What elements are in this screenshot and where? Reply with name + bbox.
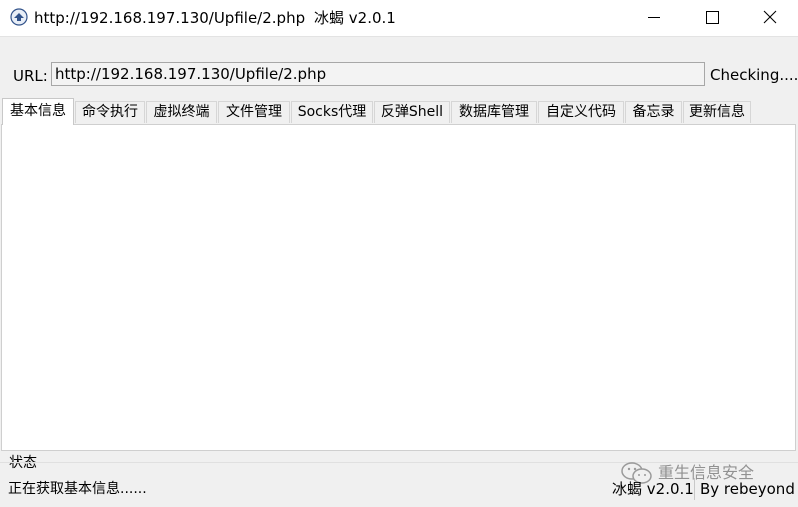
status-message: 正在获取基本信息......: [8, 481, 147, 497]
tab-custom-code[interactable]: 自定义代码: [538, 101, 624, 123]
url-label: URL:: [13, 67, 48, 85]
status-title: 状态: [9, 455, 37, 471]
author-label: By rebeyond: [700, 480, 795, 498]
window-title-app: 冰蝎 v2.0.1: [314, 9, 396, 27]
tab-reverse-shell[interactable]: 反弹Shell: [374, 101, 450, 123]
status-bar-divider: [694, 478, 695, 500]
app-window: http://192.168.197.130/Upfile/2.php 冰蝎 v…: [0, 0, 798, 507]
version-label: 冰蝎 v2.0.1: [612, 480, 694, 498]
close-icon: [763, 10, 777, 24]
connection-status: Checking....: [710, 66, 798, 84]
client-area: URL: http://192.168.197.130/Upfile/2.php…: [0, 36, 798, 507]
minimize-button[interactable]: [625, 0, 683, 36]
maximize-icon: [706, 11, 719, 24]
tab-virtual-terminal[interactable]: 虚拟终端: [146, 101, 217, 123]
tab-basic-info[interactable]: 基本信息: [2, 98, 74, 125]
maximize-button[interactable]: [683, 0, 741, 36]
url-field[interactable]: http://192.168.197.130/Upfile/2.php: [51, 62, 705, 86]
tab-file-manager[interactable]: 文件管理: [218, 101, 290, 123]
tab-command-exec[interactable]: 命令执行: [75, 101, 145, 123]
app-icon: [10, 8, 28, 26]
tab-socks-proxy[interactable]: Socks代理: [291, 101, 373, 123]
title-bar[interactable]: http://192.168.197.130/Upfile/2.php 冰蝎 v…: [0, 0, 798, 36]
tab-update-info[interactable]: 更新信息: [683, 101, 751, 123]
close-button[interactable]: [741, 0, 798, 36]
basic-info-panel: [1, 124, 796, 451]
window-title-url: http://192.168.197.130/Upfile/2.php: [34, 9, 306, 27]
tab-database-manager[interactable]: 数据库管理: [451, 101, 537, 123]
tab-memo[interactable]: 备忘录: [625, 101, 682, 123]
minimize-icon: [648, 17, 660, 18]
tab-strip: 基本信息 命令执行 虚拟终端 文件管理 Socks代理 反弹Shell 数据库管…: [0, 98, 798, 125]
